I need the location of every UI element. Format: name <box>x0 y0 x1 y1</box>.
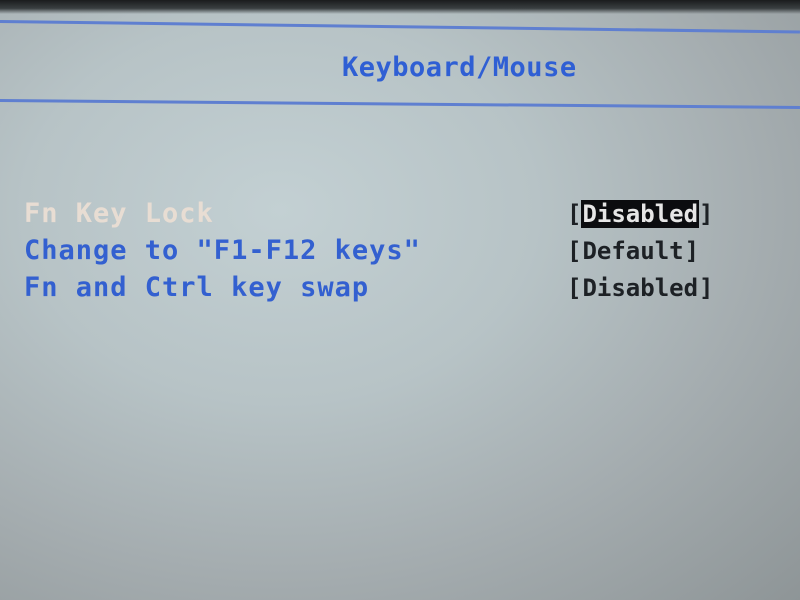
screen-bezel-edge <box>0 0 800 14</box>
setting-label: Change to "F1-F12 keys" <box>24 235 421 266</box>
setting-value-text: Default <box>582 237 684 265</box>
setting-fn-ctrl-key-swap[interactable]: Fn and Ctrl key swap [Disabled] <box>24 272 764 309</box>
setting-value-f1-f12-keys[interactable]: [Default] <box>567 237 699 265</box>
setting-value-text: Disabled <box>581 200 700 228</box>
setting-value-text: Disabled <box>582 274 699 302</box>
page-title: Keyboard/Mouse <box>342 52 577 83</box>
setting-change-to-f1-f12-keys[interactable]: Change to "F1-F12 keys" [Default] <box>24 235 764 272</box>
setting-fn-key-lock[interactable]: Fn Key Lock [Disabled] <box>24 198 764 235</box>
setting-label: Fn Key Lock <box>24 198 214 229</box>
setting-value-fn-key-lock[interactable]: [Disabled] <box>567 200 714 228</box>
setting-value-fn-ctrl-swap[interactable]: [Disabled] <box>567 274 714 302</box>
settings-list: Fn Key Lock [Disabled] Change to "F1-F12… <box>24 198 764 309</box>
header-top-divider <box>0 20 800 34</box>
header-bottom-divider <box>0 99 800 109</box>
setting-label: Fn and Ctrl key swap <box>24 272 370 303</box>
